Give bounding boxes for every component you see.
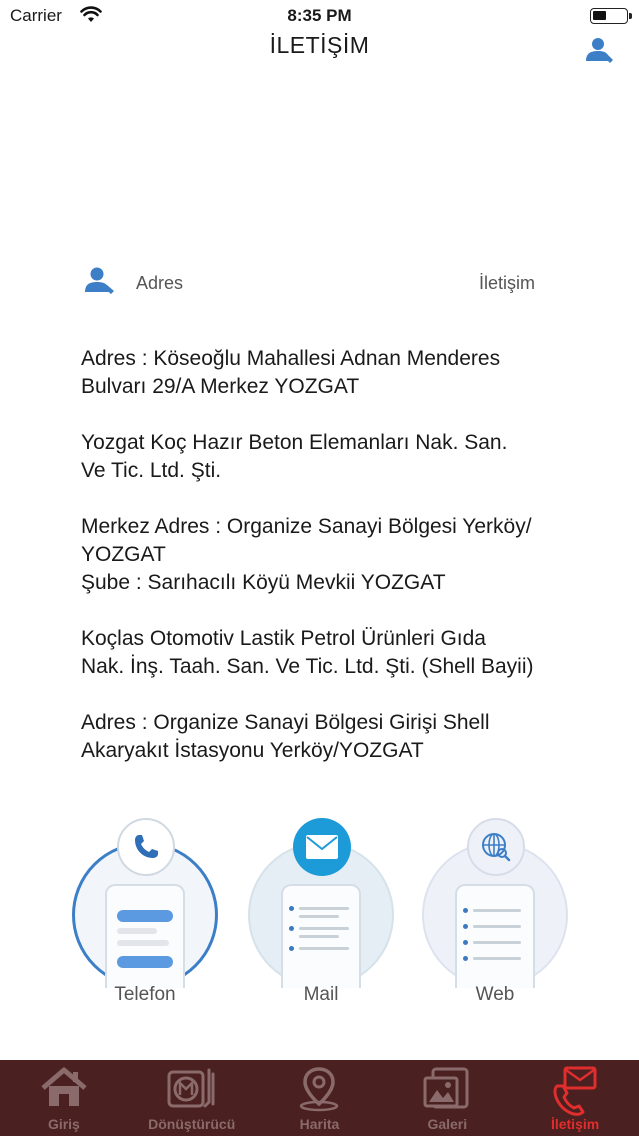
web-button[interactable]: Web <box>422 818 572 1008</box>
address-paragraph: Adres : Organize Sanayi Bölgesi Girişi S… <box>81 711 490 762</box>
status-bar: Carrier 8:35 PM <box>0 0 639 32</box>
address-paragraph: Merkez Adres : Organize Sanayi Bölgesi Y… <box>81 515 532 594</box>
tab-label: Galeri <box>427 1116 468 1132</box>
person-icon <box>85 267 114 294</box>
phone-button[interactable]: Telefon <box>72 818 222 1008</box>
globe-icon <box>467 818 525 876</box>
contact-label: İletişim <box>478 273 535 293</box>
tab-label: İletişim <box>550 1116 600 1132</box>
envelope-icon <box>293 818 351 876</box>
mail-button[interactable]: Mail <box>248 818 398 1008</box>
person-icon[interactable] <box>585 36 615 64</box>
tab-donusturucu[interactable]: Dönüştürücü <box>128 1060 256 1136</box>
map-pin-icon <box>300 1067 339 1112</box>
mail-label: Mail <box>303 984 339 1005</box>
web-label: Web <box>475 984 515 1005</box>
tab-label: Dönüştürücü <box>148 1116 236 1132</box>
contact-icon <box>553 1066 597 1116</box>
tab-iletisim[interactable]: İletişim <box>511 1060 639 1136</box>
battery-icon <box>590 8 632 24</box>
tab-label: Giriş <box>47 1116 80 1132</box>
address-block: Adres : Köseoğlu Mahallesi Adnan Mendere… <box>81 345 581 793</box>
tab-galeri[interactable]: Galeri <box>383 1060 511 1136</box>
phone-illustration <box>105 884 185 988</box>
home-icon <box>41 1067 87 1106</box>
mail-illustration <box>281 884 361 988</box>
phone-icon <box>117 818 175 876</box>
company-paragraph: Koçlas Otomotiv Lastik Petrol Ürünleri G… <box>81 627 534 678</box>
converter-icon <box>167 1068 215 1108</box>
tab-harita[interactable]: Harita <box>256 1060 384 1136</box>
section-header: Adres İletişim <box>0 266 639 302</box>
tab-giris[interactable]: Giriş <box>0 1060 128 1136</box>
tab-label: Harita <box>299 1116 340 1132</box>
page-title: İLETİŞİM <box>269 32 370 58</box>
tab-bar: Giriş Dönüştürücü Harita Galeri İletişim <box>0 1060 639 1136</box>
web-illustration <box>455 884 535 988</box>
address-paragraph: Adres : Köseoğlu Mahallesi Adnan Mendere… <box>81 347 501 398</box>
gallery-icon <box>423 1067 469 1109</box>
company-paragraph: Yozgat Koç Hazır Beton Elemanları Nak. S… <box>81 431 508 482</box>
phone-label: Telefon <box>114 984 176 1005</box>
status-time: 8:35 PM <box>287 6 352 25</box>
address-label: Adres <box>136 273 184 293</box>
